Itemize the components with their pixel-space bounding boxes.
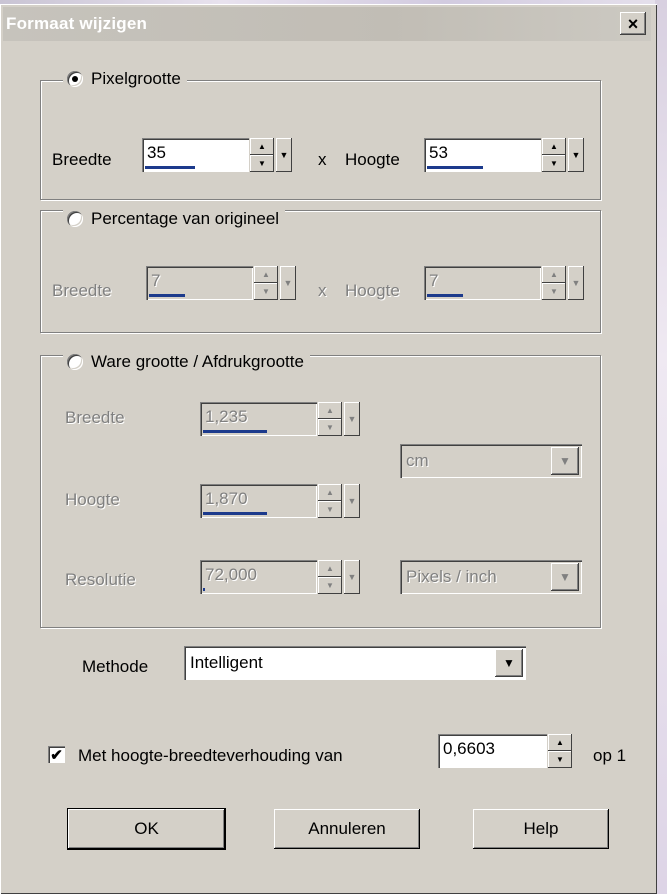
chevron-down-icon[interactable]: ▼ [344,484,360,518]
spin-down-icon[interactable]: ▼ [548,751,572,768]
aspect-ratio-input[interactable]: 0,6603 [438,734,547,768]
spin-up-icon[interactable]: ▲ [542,138,566,155]
window-title: Formaat wijzigen [6,14,148,33]
percentage-width-input[interactable]: 7 [146,266,253,300]
chevron-down-icon[interactable]: ▼ [276,138,292,172]
pixel-size-option[interactable]: Pixelgrootte [63,68,187,90]
pixel-height-spinner[interactable]: 53 ▲ ▼ ▼ [424,138,584,172]
actual-width-label: Breedte [65,408,125,427]
spin-up-icon[interactable]: ▲ [318,560,342,577]
chevron-down-icon[interactable]: ▼ [495,649,523,677]
actual-height-label: Hoogte [65,490,120,509]
chevron-down-icon[interactable]: ▼ [280,266,296,300]
chevron-down-icon[interactable]: ▼ [344,402,360,436]
resolution-unit-select[interactable]: Pixels / inch ▼ [400,560,582,594]
actual-height-spinner[interactable]: 1,870 ▲ ▼ ▼ [200,484,360,518]
pixel-width-spinner[interactable]: 35 ▲ ▼ ▼ [142,138,292,172]
spin-up-icon[interactable]: ▲ [318,484,342,501]
actual-height-input[interactable]: 1,870 [200,484,317,518]
spin-down-icon[interactable]: ▼ [318,501,342,518]
spin-up-icon[interactable]: ▲ [318,402,342,419]
method-label: Methode [82,657,149,676]
spin-up-icon[interactable]: ▲ [254,266,278,283]
percentage-option[interactable]: Percentage van origineel [63,208,286,230]
resolution-input[interactable]: 72,000 [200,560,317,594]
actual-size-label: Ware grootte / Afdrukgrootte [91,352,304,371]
spin-down-icon[interactable]: ▼ [254,283,278,300]
actual-width-spinner[interactable]: 1,235 ▲ ▼ ▼ [200,402,360,436]
percentage-width-label: Breedte [52,281,112,300]
pixel-times-label: x [318,150,327,169]
percentage-height-input[interactable]: 7 [424,266,541,300]
cancel-button[interactable]: Annuleren [274,809,420,849]
percentage-radio[interactable] [67,211,83,227]
percentage-height-label: Hoogte [345,281,400,300]
percentage-width-spinner[interactable]: 7 ▲ ▼ ▼ [146,266,296,300]
chevron-down-icon[interactable]: ▼ [568,266,584,300]
actual-size-option[interactable]: Ware grootte / Afdrukgrootte [63,351,310,373]
pixel-width-label: Breedte [52,150,112,169]
aspect-ratio-checkbox[interactable]: ✔ [48,746,65,764]
aspect-ratio-spinner[interactable]: 0,6603 ▲ ▼ [438,734,572,768]
aspect-ratio-suffix: op 1 [593,746,627,765]
ok-button[interactable]: OK [67,808,226,850]
check-icon: ✔ [50,746,63,764]
spin-up-icon[interactable]: ▲ [548,734,572,751]
pixel-height-label: Hoogte [345,150,400,169]
method-select[interactable]: Intelligent ▼ [184,646,526,680]
spin-down-icon[interactable]: ▼ [542,155,566,172]
pixel-size-label: Pixelgrootte [91,69,181,88]
close-button[interactable]: × [620,12,646,35]
pixel-height-input[interactable]: 53 [424,138,541,172]
chevron-down-icon[interactable]: ▼ [551,563,579,591]
percentage-times-label: x [318,281,327,300]
pixel-width-input[interactable]: 35 [142,138,249,172]
close-icon: × [627,13,639,34]
spin-down-icon[interactable]: ▼ [250,155,274,172]
actual-width-input[interactable]: 1,235 [200,402,317,436]
percentage-label: Percentage van origineel [91,209,280,228]
chevron-down-icon[interactable]: ▼ [344,560,360,594]
percentage-height-spinner[interactable]: 7 ▲ ▼ ▼ [424,266,584,300]
spin-down-icon[interactable]: ▼ [318,419,342,436]
spin-up-icon[interactable]: ▲ [250,138,274,155]
pixel-size-radio[interactable] [67,71,83,87]
spin-up-icon[interactable]: ▲ [542,266,566,283]
actual-size-radio[interactable] [67,354,83,370]
resolution-spinner[interactable]: 72,000 ▲ ▼ ▼ [200,560,360,594]
chevron-down-icon[interactable]: ▼ [568,138,584,172]
resolution-label: Resolutie [65,570,136,589]
unit-select[interactable]: cm ▼ [400,444,582,478]
spin-down-icon[interactable]: ▼ [318,577,342,594]
spin-down-icon[interactable]: ▼ [542,283,566,300]
help-button[interactable]: Help [473,809,609,849]
aspect-ratio-label: Met hoogte-breedteverhouding van [78,746,343,765]
chevron-down-icon[interactable]: ▼ [551,447,579,475]
